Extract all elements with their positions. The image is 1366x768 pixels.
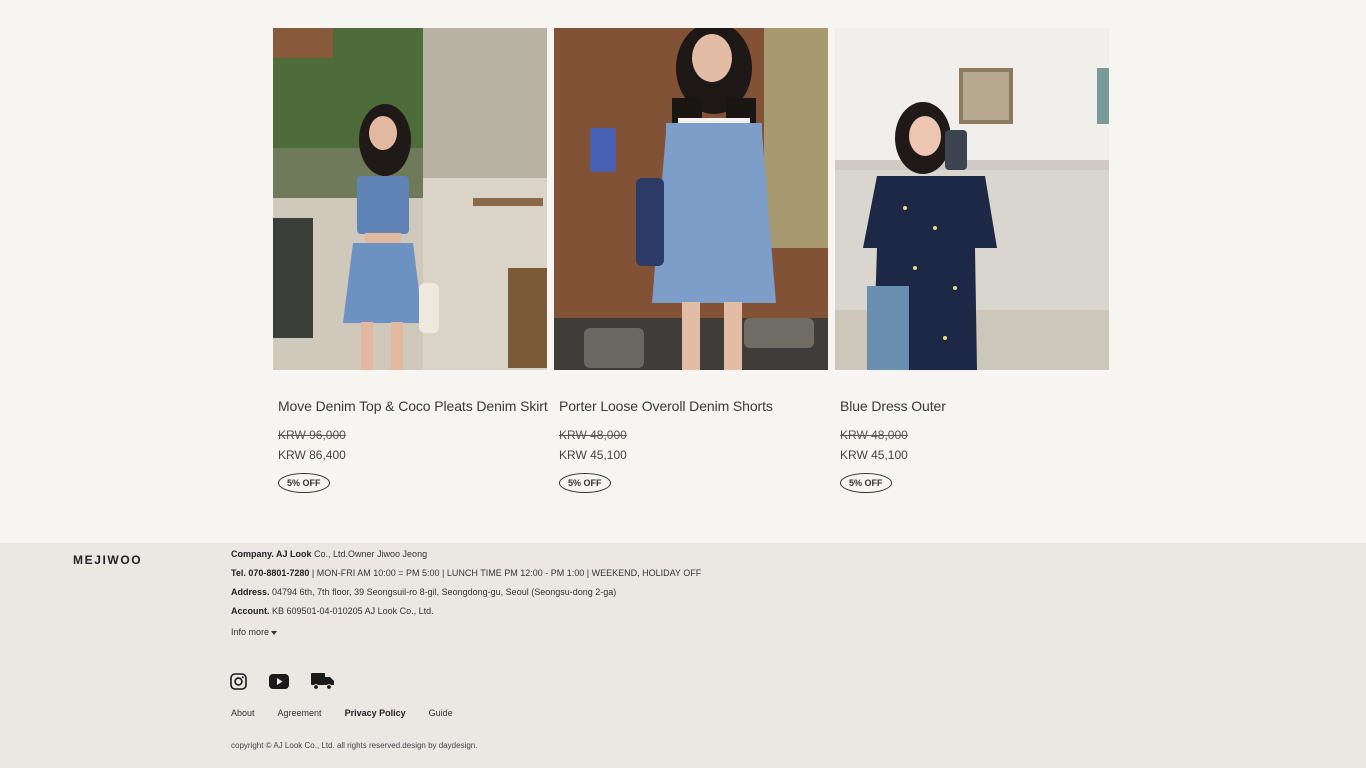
company-label: Company. AJ Look (231, 549, 312, 559)
tel-value: | MON-FRI AM 10:00 = PM 5:00 | LUNCH TIM… (309, 568, 702, 578)
sale-price: KRW 86,400 (278, 448, 346, 462)
discount-badge: 5% OFF (840, 473, 892, 493)
tel-row: Tel. 070-8801-7280 | MON-FRI AM 10:00 = … (231, 568, 701, 587)
footer-brand-logo[interactable]: MEJIWOO (73, 553, 142, 567)
guide-link[interactable]: Guide (429, 708, 453, 718)
product-card[interactable]: Porter Loose Overoll Denim Shorts KRW 48… (554, 28, 828, 493)
account-label: Account. (231, 606, 270, 616)
product-name[interactable]: Blue Dress Outer (835, 398, 1109, 414)
caret-down-icon (271, 630, 278, 635)
product-name[interactable]: Porter Loose Overoll Denim Shorts (554, 398, 828, 414)
account-value: KB 609501-04-010205 AJ Look Co., Ltd. (269, 606, 434, 616)
product-card[interactable]: Move Denim Top & Coco Pleats Denim Skirt… (273, 28, 548, 493)
product-name[interactable]: Move Denim Top & Coco Pleats Denim Skirt (273, 398, 548, 414)
product-grid: Move Denim Top & Coco Pleats Denim Skirt… (273, 28, 1109, 543)
site-footer: MEJIWOO Company. AJ Look Co., Ltd.Owner … (0, 543, 1366, 768)
footer-links: About Agreement Privacy Policy Guide (231, 708, 453, 718)
account-row: Account. KB 609501-04-010205 AJ Look Co.… (231, 606, 701, 625)
address-label: Address. (231, 587, 270, 597)
info-more-toggle[interactable]: Info more (231, 627, 278, 637)
privacy-policy-link[interactable]: Privacy Policy (345, 708, 406, 718)
discount-badge: 5% OFF (559, 473, 611, 493)
product-image[interactable] (835, 28, 1109, 370)
product-image[interactable] (554, 28, 828, 370)
youtube-icon[interactable] (269, 673, 289, 689)
original-price: KRW 96,000 (278, 428, 346, 442)
original-price: KRW 48,000 (840, 428, 908, 442)
about-link[interactable]: About (231, 708, 255, 718)
sale-price: KRW 45,100 (840, 448, 908, 462)
product-card[interactable]: Blue Dress Outer KRW 48,000 KRW 45,100 5… (835, 28, 1109, 493)
discount-badge: 5% OFF (278, 473, 330, 493)
company-info: Company. AJ Look Co., Ltd.Owner Jiwoo Je… (231, 549, 701, 625)
company-row: Company. AJ Look Co., Ltd.Owner Jiwoo Je… (231, 549, 701, 568)
agreement-link[interactable]: Agreement (278, 708, 322, 718)
info-more-label: Info more (231, 627, 270, 637)
sale-price: KRW 45,100 (559, 448, 627, 462)
social-links (230, 672, 335, 690)
copyright-text: copyright © AJ Look Co., Ltd. all rights… (231, 741, 478, 750)
address-value: 04794 6th, 7th floor, 39 Seongsuil-ro 8-… (269, 587, 617, 597)
instagram-icon[interactable] (230, 672, 247, 690)
company-value: Co., Ltd.Owner Jiwoo Jeong (311, 549, 428, 559)
address-row: Address. 04794 6th, 7th floor, 39 Seongs… (231, 587, 701, 606)
original-price: KRW 48,000 (559, 428, 627, 442)
delivery-truck-icon[interactable] (311, 672, 335, 690)
tel-label: Tel. 070-8801-7280 (231, 568, 310, 578)
product-image[interactable] (273, 28, 547, 370)
